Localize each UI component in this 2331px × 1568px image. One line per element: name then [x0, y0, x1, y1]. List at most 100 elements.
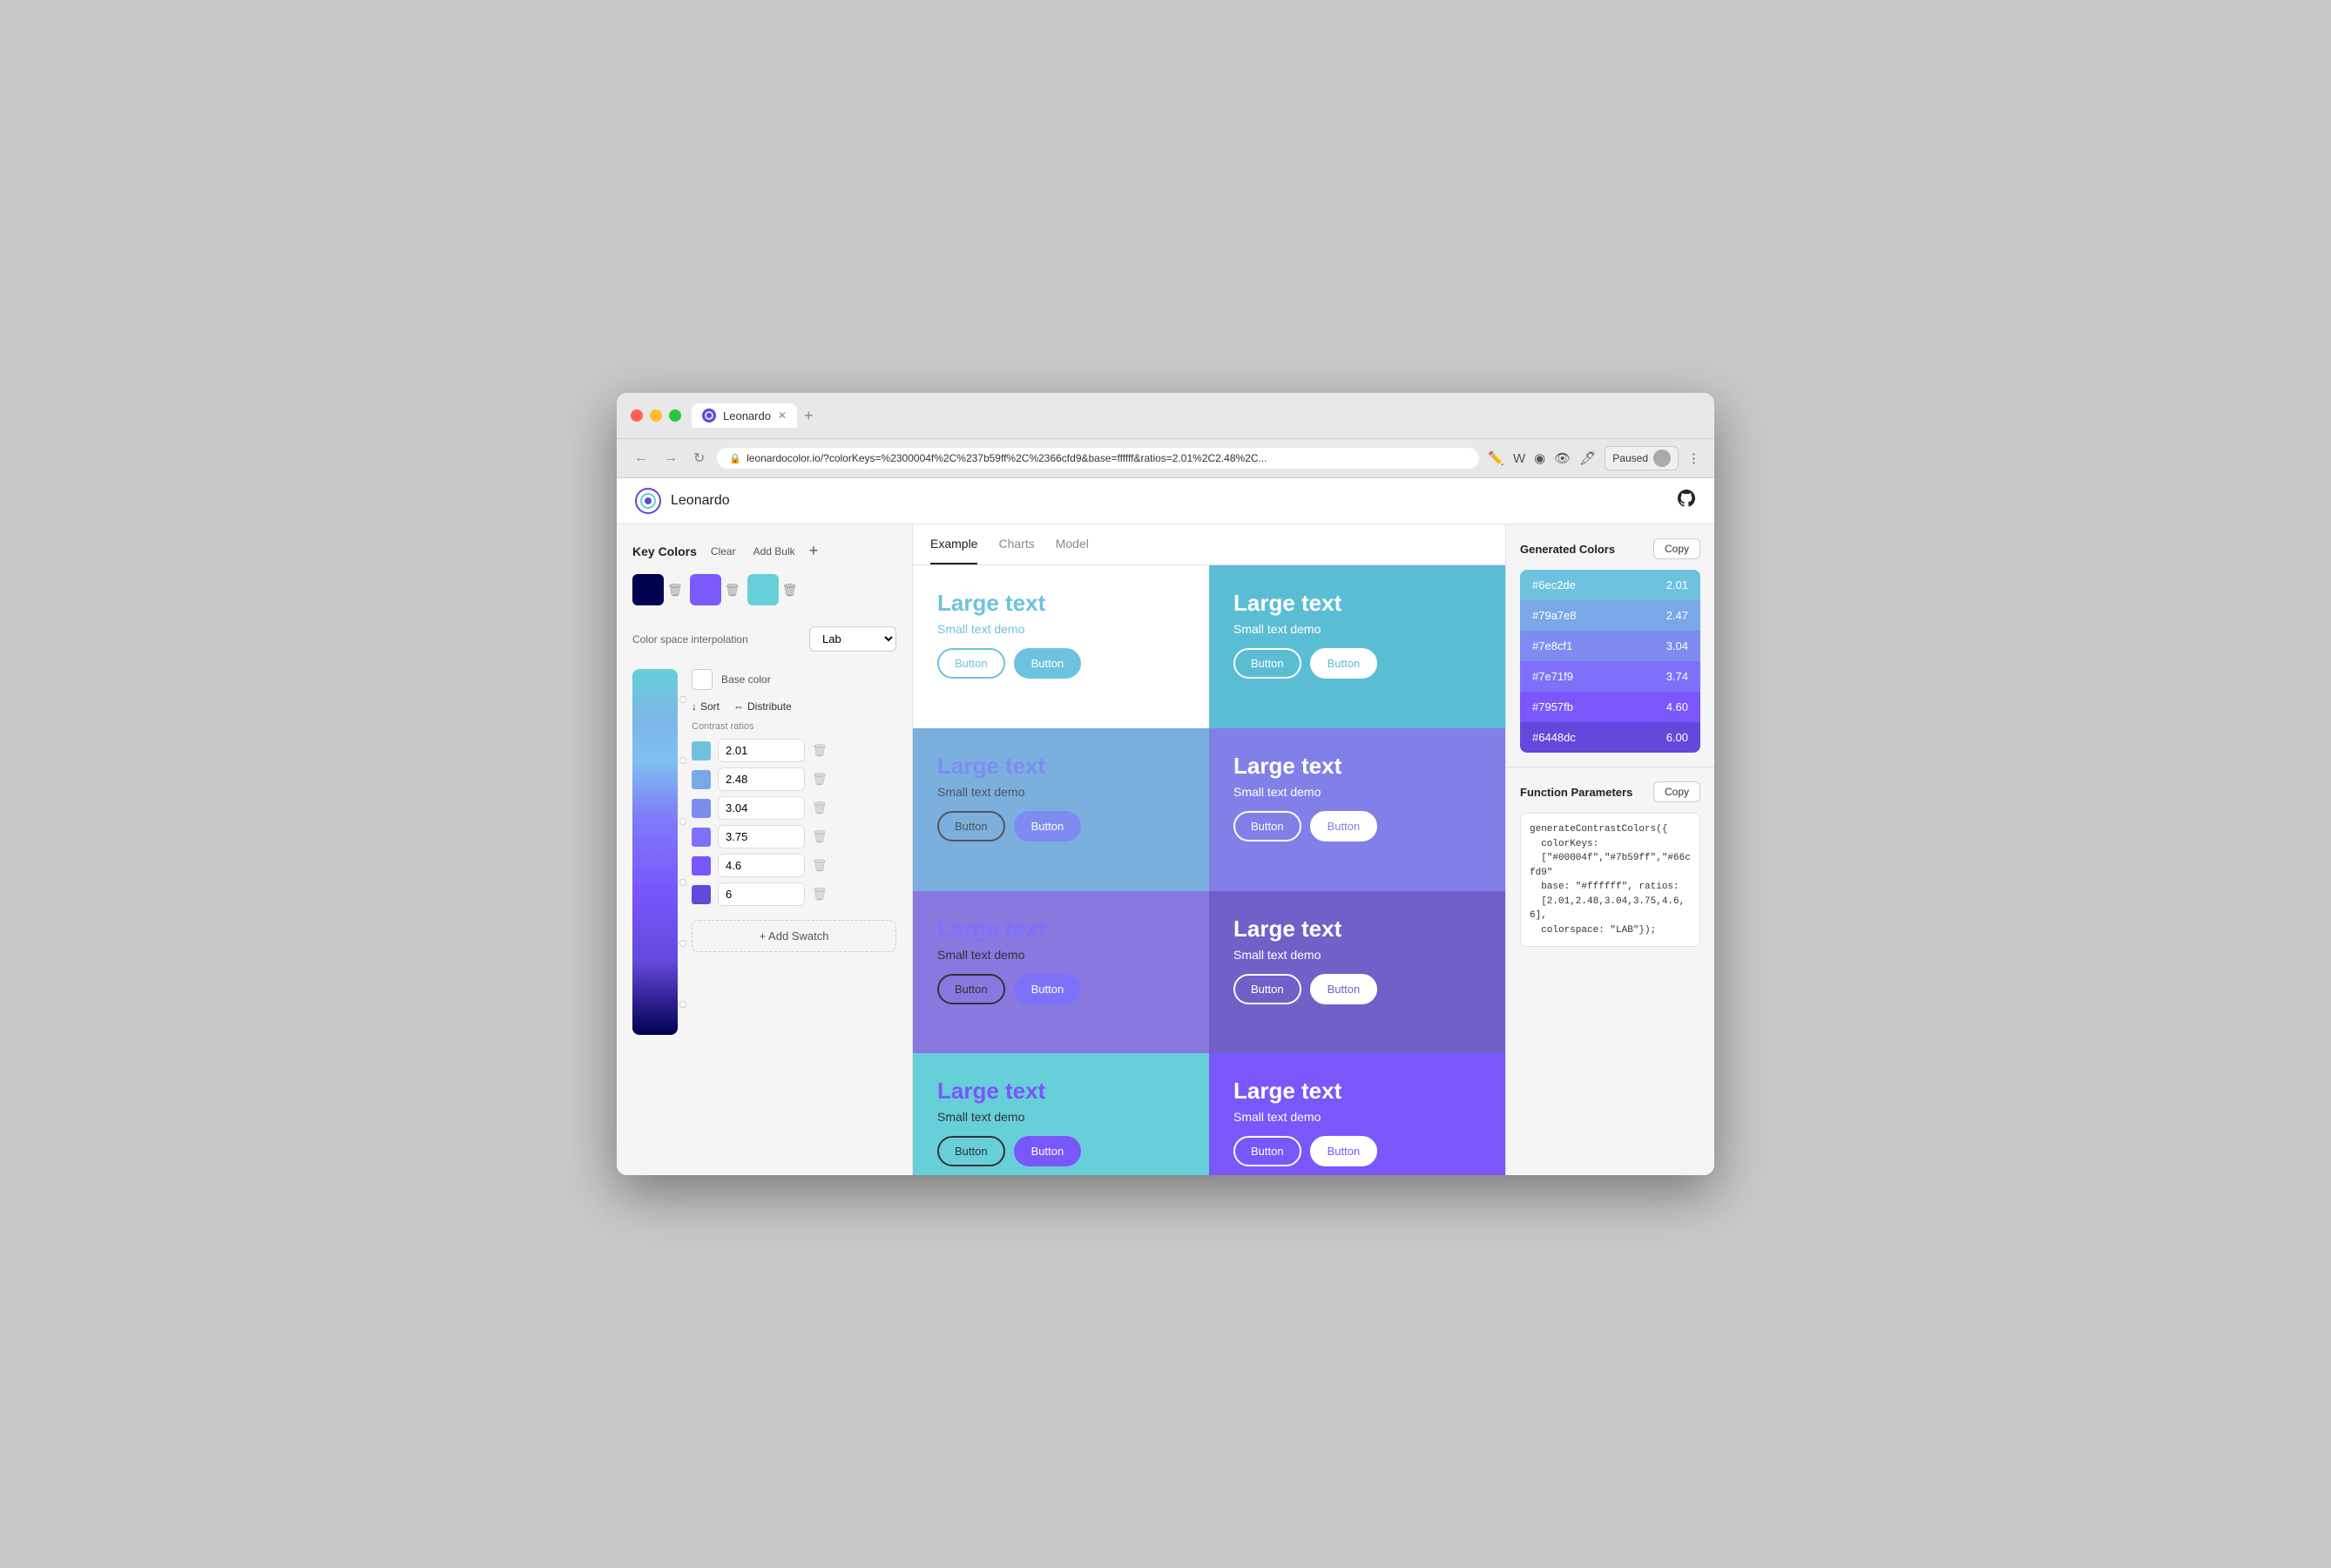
ratio-delete-1[interactable]: 🗑	[812, 743, 828, 758]
card-button-filled-8[interactable]: Button	[1310, 1136, 1378, 1166]
traffic-lights	[631, 409, 681, 422]
ratio-input-4[interactable]	[718, 825, 805, 848]
github-icon[interactable]	[1676, 488, 1697, 514]
card-small-text-2: Small text demo	[1233, 622, 1481, 636]
card-large-text-8: Large text	[1233, 1078, 1481, 1105]
maximize-button[interactable]	[669, 409, 681, 422]
eye-icon[interactable]: 👁	[1554, 450, 1571, 466]
minimize-button[interactable]	[650, 409, 662, 422]
ratio-row-3: 🗑	[692, 796, 896, 820]
card-button-filled-2[interactable]: Button	[1310, 648, 1378, 679]
swatch-dark[interactable]	[632, 574, 664, 605]
card-button-outline-4[interactable]: Button	[1233, 811, 1301, 841]
example-card-teal2: Large text Small text demo Button Button	[913, 1053, 1209, 1175]
menu-icon[interactable]: ⋮	[1687, 450, 1700, 466]
card-button-outline-1[interactable]: Button	[937, 648, 1005, 679]
copy-generated-colors-button[interactable]: Copy	[1653, 538, 1700, 559]
pen-icon[interactable]: ✏️	[1488, 450, 1504, 466]
color-list-item-4: #7e71f9 3.74	[1520, 661, 1700, 692]
ratio-delete-6[interactable]: 🗑	[812, 887, 828, 902]
card-large-text-6: Large text	[1233, 916, 1481, 943]
card-button-outline-6[interactable]: Button	[1233, 974, 1301, 1004]
copy-function-params-button[interactable]: Copy	[1653, 781, 1700, 802]
card-buttons-4: Button Button	[1233, 811, 1481, 841]
delete-swatch-purple[interactable]: 🗑	[725, 583, 740, 598]
ratio-delete-3[interactable]: 🗑	[812, 801, 828, 815]
base-color-label: Base color	[721, 673, 771, 686]
ratio-input-3[interactable]	[718, 796, 805, 820]
title-bar: Leonardo ✕ +	[617, 393, 1714, 439]
user-avatar	[1653, 449, 1671, 467]
forward-button[interactable]: →	[660, 449, 681, 468]
ratio-input-2[interactable]	[718, 767, 805, 791]
swatch-purple[interactable]	[690, 574, 721, 605]
clear-button[interactable]: Clear	[707, 544, 740, 559]
app-body: Key Colors Clear Add Bulk + 🗑 🗑 🗑	[617, 524, 1714, 1175]
ratio-row-5: 🗑	[692, 854, 896, 877]
delete-swatch-teal[interactable]: 🗑	[782, 583, 798, 598]
generated-colors-section: Generated Colors Copy #6ec2de 2.01 #79a7…	[1506, 524, 1714, 767]
card-button-filled-6[interactable]: Button	[1310, 974, 1378, 1004]
card-button-outline-5[interactable]: Button	[937, 974, 1005, 1004]
color-list: #6ec2de 2.01 #79a7e8 2.47 #7e8cf1 3.04 #…	[1520, 570, 1700, 753]
ratio-color-dot-5	[692, 856, 711, 875]
ratio-delete-2[interactable]: 🗑	[812, 772, 828, 787]
delete-swatch-dark[interactable]: 🗑	[667, 583, 683, 598]
wordpress-icon[interactable]: W	[1513, 451, 1525, 466]
distribute-button[interactable]: ⇔ Distribute	[733, 700, 792, 713]
ratio-row-4: 🗑	[692, 825, 896, 848]
card-button-filled-1[interactable]: Button	[1014, 648, 1082, 679]
swatch-item-dark: 🗑	[632, 574, 683, 605]
card-button-outline-2[interactable]: Button	[1233, 648, 1301, 679]
sort-button[interactable]: ↓ Sort	[692, 700, 720, 713]
browser-tab[interactable]: Leonardo ✕	[692, 403, 797, 428]
add-key-color-button[interactable]: +	[809, 542, 819, 560]
tab-charts[interactable]: Charts	[998, 524, 1034, 564]
card-button-outline-3[interactable]: Button	[937, 811, 1005, 841]
back-button[interactable]: ←	[631, 449, 652, 468]
ratio-delete-4[interactable]: 🗑	[812, 829, 828, 844]
lock-icon: 🔒	[729, 453, 741, 464]
color-space-label: Color space interpolation	[632, 633, 748, 645]
card-button-filled-5[interactable]: Button	[1014, 974, 1082, 1004]
add-bulk-button[interactable]: Add Bulk	[750, 544, 799, 559]
marker-icon[interactable]: 🖊	[1579, 450, 1596, 466]
base-color-swatch[interactable]	[692, 669, 713, 690]
contrast-ratios-label: Contrast ratios	[692, 721, 896, 732]
reload-button[interactable]: ↻	[690, 448, 708, 469]
swatch-teal[interactable]	[747, 574, 779, 605]
card-buttons-3: Button Button	[937, 811, 1185, 841]
color-space-select[interactable]: Lab LCH HSL HSV RGB CAM02	[809, 626, 896, 652]
ratio-input-1[interactable]	[718, 739, 805, 762]
card-button-outline-7[interactable]: Button	[937, 1136, 1005, 1166]
new-tab-button[interactable]: +	[804, 407, 814, 425]
color-hex-4: #7e71f9	[1532, 670, 1573, 683]
ratio-input-6[interactable]	[718, 882, 805, 906]
close-button[interactable]	[631, 409, 643, 422]
card-button-filled-4[interactable]: Button	[1310, 811, 1378, 841]
ratio-row-2: 🗑	[692, 767, 896, 791]
add-swatch-button[interactable]: + Add Swatch	[692, 920, 896, 952]
address-bar: ← → ↻ 🔒 leonardocolor.io/?colorKeys=%230…	[617, 439, 1714, 478]
function-params-code: generateContrastColors({ colorKeys: ["#0…	[1520, 813, 1700, 947]
tab-model[interactable]: Model	[1056, 524, 1089, 564]
tab-example[interactable]: Example	[930, 524, 977, 564]
distribute-label: Distribute	[747, 700, 792, 713]
card-buttons-1: Button Button	[937, 648, 1185, 679]
generated-colors-header: Generated Colors Copy	[1520, 538, 1700, 559]
ratio-delete-5[interactable]: 🗑	[812, 858, 828, 873]
sort-label: Sort	[700, 700, 720, 713]
tab-close-icon[interactable]: ✕	[778, 409, 787, 422]
url-bar[interactable]: 🔒 leonardocolor.io/?colorKeys=%2300004f%…	[717, 448, 1479, 469]
pocket-icon[interactable]: ◉	[1534, 450, 1545, 466]
gradient-dot-4	[679, 879, 686, 886]
card-button-filled-7[interactable]: Button	[1014, 1136, 1082, 1166]
color-hex-1: #6ec2de	[1532, 578, 1576, 591]
ratio-input-5[interactable]	[718, 854, 805, 877]
color-hex-5: #7957fb	[1532, 700, 1573, 713]
card-button-outline-8[interactable]: Button	[1233, 1136, 1301, 1166]
card-button-filled-3[interactable]: Button	[1014, 811, 1082, 841]
paused-button[interactable]: Paused	[1605, 446, 1679, 470]
color-list-item-3: #7e8cf1 3.04	[1520, 631, 1700, 661]
tabs-bar: Example Charts Model	[913, 524, 1505, 565]
